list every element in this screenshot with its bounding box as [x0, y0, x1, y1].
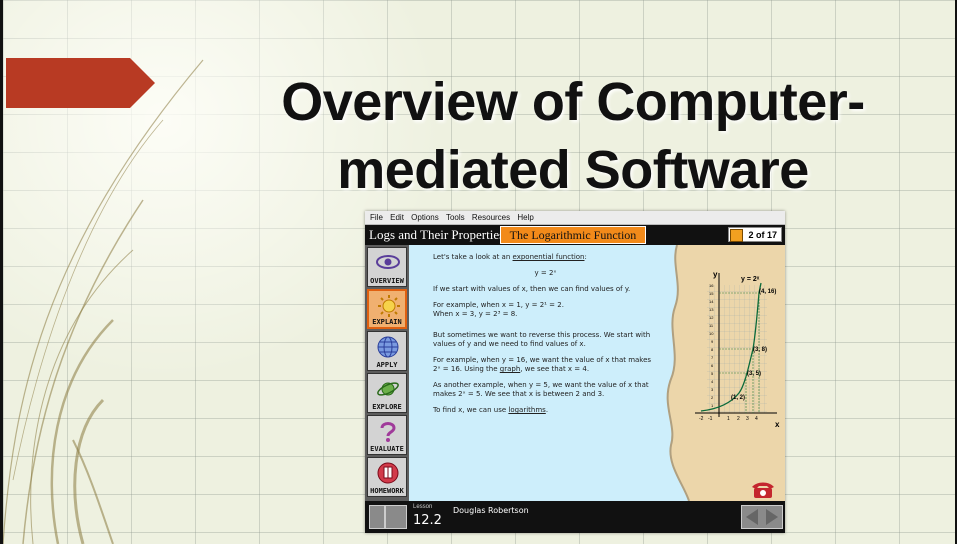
- menu-help[interactable]: Help: [517, 213, 533, 222]
- x-axis-label: x: [775, 420, 780, 429]
- eye-icon: [376, 255, 400, 269]
- lesson-paragraph-4: But sometimes we want to reverse this pr…: [433, 331, 651, 348]
- y-tick: 15: [709, 291, 714, 296]
- point-label: (3, 8): [753, 347, 767, 353]
- telephone-icon[interactable]: [751, 481, 775, 499]
- lesson-example-2: When x = 3, y = 2³ = 8.: [433, 310, 518, 318]
- y-tick: 10: [709, 331, 714, 336]
- nav-apply-button[interactable]: APPLY: [367, 331, 407, 371]
- point-label: (3, 5): [747, 371, 761, 377]
- y-tick: 12: [709, 315, 714, 320]
- nav-evaluate-button[interactable]: EVALUATE: [367, 415, 407, 455]
- sun-icon: [378, 295, 400, 317]
- y-tick: 14: [709, 299, 714, 304]
- nav-explain-button[interactable]: EXPLAIN: [367, 289, 407, 329]
- menu-edit[interactable]: Edit: [390, 213, 404, 222]
- point-label: (4, 16): [759, 289, 776, 295]
- title-arrow-accent: [6, 58, 155, 108]
- lesson-paragraph-7-end: .: [545, 406, 549, 414]
- nav-homework-button[interactable]: HOMEWORK: [367, 457, 407, 497]
- page-indicator: 2 of 17: [728, 227, 782, 242]
- arrows-icon: [746, 509, 778, 525]
- lesson-number: 12.2: [413, 513, 442, 528]
- x-tick: 3: [746, 416, 749, 422]
- y-tick: 16: [709, 283, 714, 288]
- lesson-intro: Let's take a look at an exponential func…: [433, 253, 658, 262]
- page-flip-icon[interactable]: [730, 229, 743, 242]
- header-bar: Logs and Their Properties The Logarithmi…: [365, 225, 785, 245]
- lesson-paragraph-7: To find x, we can use logarithms.: [433, 406, 658, 415]
- menu-file[interactable]: File: [370, 213, 383, 222]
- x-tick: -2: [699, 416, 704, 422]
- lesson-formula: y = 2ˣ: [534, 269, 557, 277]
- nav-overview-button[interactable]: OVERVIEW: [367, 247, 407, 287]
- exponential-function-link[interactable]: exponential function: [513, 253, 585, 261]
- x-tick: 4: [755, 416, 758, 422]
- lesson-text: Let's take a look at an exponential func…: [433, 253, 658, 422]
- nav-explore-label: EXPLORE: [372, 403, 402, 411]
- y-axis-label: y: [713, 270, 718, 279]
- function-label: y = 2ˣ: [741, 276, 760, 283]
- nav-evaluate-label: EVALUATE: [370, 445, 404, 453]
- x-tick: 1: [727, 416, 730, 422]
- topic-tab[interactable]: The Logarithmic Function: [500, 226, 646, 244]
- lesson-paragraph-5-end: , we see that x = 4.: [520, 365, 590, 373]
- logarithms-link[interactable]: logarithms: [508, 406, 545, 414]
- x-tick-labels: -2 -1 1 2 3 4: [699, 416, 758, 422]
- nav-explain-label: EXPLAIN: [372, 318, 402, 326]
- nav-overview-label: OVERVIEW: [370, 277, 404, 285]
- lesson-paragraph-3: For example, when x = 1, y = 2¹ = 2. Whe…: [433, 301, 658, 319]
- author-name: Douglas Robertson: [453, 506, 529, 515]
- nav-homework-label: HOMEWORK: [370, 487, 404, 495]
- menu-tools[interactable]: Tools: [446, 213, 465, 222]
- lesson-content: Let's take a look at an exponential func…: [409, 245, 785, 501]
- lesson-paragraph-2: If we start with values of x, then we ca…: [433, 285, 631, 293]
- point-label: (1, 2): [731, 395, 745, 401]
- slide-title: Overview of Computer-mediated Software: [281, 72, 865, 200]
- graph-link[interactable]: graph: [500, 365, 521, 373]
- menu-options[interactable]: Options: [411, 213, 439, 222]
- lesson-example-1: For example, when x = 1, y = 2¹ = 2.: [433, 301, 564, 309]
- course-title: Logs and Their Properties: [369, 227, 505, 242]
- prev-next-arrows-icon[interactable]: [741, 505, 783, 529]
- nav-sidebar: OVERVIEW EXPLAIN APPLY EXPLORE EVALUATE …: [365, 245, 409, 501]
- x-tick: 2: [737, 416, 740, 422]
- planet-icon: [377, 382, 399, 396]
- footer-bar: Lesson 12.2 Douglas Robertson: [365, 501, 785, 533]
- lesson-paragraph-6: As another example, when y = 5, we want …: [433, 381, 649, 398]
- x-tick: -1: [708, 416, 713, 422]
- menu-resources[interactable]: Resources: [472, 213, 510, 222]
- lesson-label: Lesson: [413, 504, 433, 510]
- exponential-graph: y x y = 2ˣ 16 15 14 13 12 11 10 9 8 7 6 …: [695, 270, 780, 429]
- slide: Overview of Computer-mediated Software F…: [0, 0, 957, 544]
- nav-apply-label: APPLY: [376, 361, 398, 369]
- y-tick: 13: [709, 307, 714, 312]
- lesson-intro-text: Let's take a look at an: [433, 253, 513, 261]
- globe-icon: [377, 336, 399, 358]
- menu-bar: File Edit Options Tools Resources Help: [365, 211, 785, 225]
- home-icon[interactable]: [369, 505, 385, 529]
- page-indicator-text: 2 of 17: [748, 230, 777, 240]
- lesson-intro-end: :: [584, 253, 587, 261]
- book-icon: [377, 462, 399, 484]
- software-screenshot: File Edit Options Tools Resources Help L…: [365, 211, 785, 533]
- question-icon: [380, 422, 396, 442]
- audio-icon[interactable]: [385, 505, 407, 529]
- lesson-paragraph-5: For example, when y = 16, we want the va…: [433, 356, 658, 374]
- lesson-paragraph-7-text: To find x, we can use: [433, 406, 509, 414]
- nav-explore-button[interactable]: EXPLORE: [367, 373, 407, 413]
